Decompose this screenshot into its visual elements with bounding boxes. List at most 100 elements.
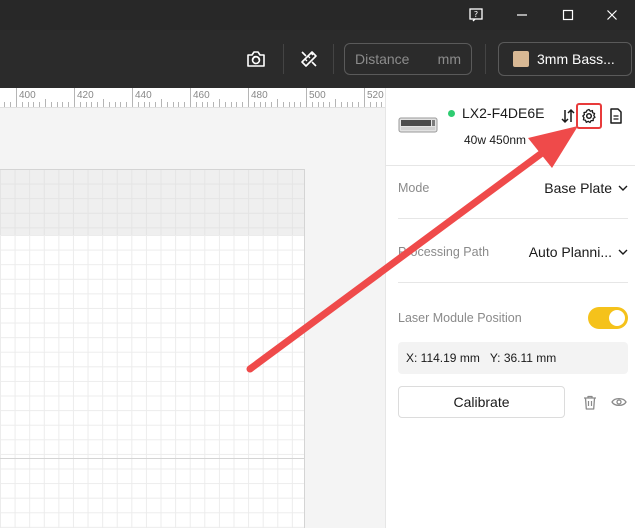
processing-path-row: Processing Path Auto Planni... bbox=[398, 232, 628, 272]
ruler-tick bbox=[155, 102, 157, 107]
distance-placeholder: Distance bbox=[355, 51, 410, 67]
ruler-tick bbox=[62, 102, 64, 107]
plate-guide-line bbox=[0, 458, 305, 459]
divider bbox=[398, 218, 628, 219]
processing-path-value: Auto Planni... bbox=[528, 244, 612, 260]
ruler-tick bbox=[114, 102, 116, 107]
ruler-tick bbox=[172, 102, 174, 107]
ruler-tick bbox=[16, 88, 17, 107]
close-button[interactable] bbox=[589, 0, 635, 30]
ruler-tick bbox=[132, 88, 133, 107]
toolbar-divider bbox=[485, 44, 486, 74]
ruler-tick bbox=[79, 102, 81, 107]
ruler-tick bbox=[161, 99, 162, 107]
workspace-canvas[interactable]: 400 420 440 460 480 500 520 bbox=[0, 88, 385, 528]
toolbar-divider bbox=[283, 44, 284, 74]
ruler-tick bbox=[265, 102, 267, 107]
close-icon bbox=[607, 10, 617, 20]
ruler-tick bbox=[282, 102, 284, 107]
mode-label: Mode bbox=[398, 181, 430, 195]
connection-status-dot bbox=[448, 110, 455, 117]
laser-position-row: Laser Module Position bbox=[398, 298, 628, 338]
ruler-pencil-icon bbox=[301, 51, 317, 67]
ruler-tick bbox=[33, 102, 35, 107]
settings-highlight-box bbox=[576, 103, 602, 129]
ruler-label: 400 bbox=[19, 90, 36, 101]
help-icon: ? bbox=[469, 8, 483, 22]
toolbar-divider bbox=[333, 44, 334, 74]
ruler-tick bbox=[120, 102, 122, 107]
material-select-button[interactable]: 3mm Bass... bbox=[498, 42, 632, 76]
distance-input[interactable]: Distance mm bbox=[344, 43, 472, 75]
camera-button[interactable] bbox=[241, 44, 271, 74]
processing-path-label: Processing Path bbox=[398, 245, 490, 259]
distance-unit: mm bbox=[437, 51, 461, 67]
toolbar: Distance mm 3mm Bass... bbox=[0, 30, 635, 88]
ruler-tick bbox=[184, 102, 186, 107]
ruler-tick bbox=[236, 102, 238, 107]
processing-path-select[interactable]: Auto Planni... bbox=[529, 244, 628, 260]
mode-select[interactable]: Base Plate bbox=[544, 180, 628, 196]
ruler-tick bbox=[143, 102, 145, 107]
help-button[interactable]: ? bbox=[453, 0, 499, 30]
device-header: LX2-F4DE6E 40w 450nm bbox=[386, 88, 635, 166]
ruler-tick bbox=[219, 99, 220, 107]
ruler-tick bbox=[329, 102, 331, 107]
ruler-tick bbox=[352, 102, 354, 107]
svg-text:?: ? bbox=[474, 10, 478, 19]
ruler-tick bbox=[259, 102, 261, 107]
laser-coordinates: X: 114.19 mm Y: 36.11 mm bbox=[398, 342, 628, 374]
ruler-tick bbox=[224, 102, 226, 107]
divider bbox=[398, 282, 628, 283]
ruler-tick bbox=[364, 88, 365, 107]
ruler-tick bbox=[358, 102, 360, 107]
mode-row: Mode Base Plate bbox=[398, 168, 628, 208]
ruler-tick bbox=[277, 99, 278, 107]
ruler-tick bbox=[340, 102, 342, 107]
swap-arrows-icon bbox=[561, 108, 575, 124]
ruler-label: 420 bbox=[77, 90, 94, 101]
document-icon bbox=[610, 108, 622, 124]
ruler-tick bbox=[126, 102, 128, 107]
ruler-tick bbox=[201, 102, 203, 107]
laser-device-icon bbox=[398, 117, 438, 133]
laser-position-label: Laser Module Position bbox=[398, 311, 522, 325]
ruler-tick bbox=[242, 102, 244, 107]
ruler-label: 480 bbox=[251, 90, 268, 101]
ruler-tick bbox=[166, 102, 168, 107]
material-swatch bbox=[513, 51, 529, 67]
ruler-tick bbox=[178, 102, 180, 107]
ruler-tick bbox=[207, 102, 209, 107]
title-bar: ? bbox=[0, 0, 635, 30]
ruler-tick bbox=[369, 102, 371, 107]
ruler-tick bbox=[213, 102, 215, 107]
mode-value: Base Plate bbox=[544, 180, 612, 196]
toggle-knob bbox=[609, 310, 625, 326]
ruler-tick bbox=[253, 102, 255, 107]
ruler-tick bbox=[381, 102, 383, 107]
chevron-down-icon bbox=[618, 185, 628, 191]
ruler-tick bbox=[85, 102, 87, 107]
minimize-icon bbox=[517, 14, 527, 16]
visibility-button[interactable] bbox=[608, 391, 630, 413]
ruler-tick bbox=[39, 102, 41, 107]
calibrate-button[interactable]: Calibrate bbox=[398, 386, 565, 418]
maximize-button[interactable] bbox=[545, 0, 591, 30]
minimize-button[interactable] bbox=[499, 0, 545, 30]
ruler-tick bbox=[375, 102, 377, 107]
y-coordinate: Y: 36.11 mm bbox=[489, 351, 557, 365]
ruler-tick bbox=[21, 102, 23, 107]
ruler-tick bbox=[108, 102, 110, 107]
ruler-tick bbox=[97, 102, 99, 107]
ruler-tick bbox=[137, 102, 139, 107]
device-log-button[interactable] bbox=[605, 105, 627, 127]
ruler-label: 440 bbox=[135, 90, 152, 101]
delete-button[interactable] bbox=[579, 391, 601, 413]
ruler-tick bbox=[50, 102, 52, 107]
trash-icon bbox=[584, 395, 596, 410]
laser-position-toggle[interactable] bbox=[588, 307, 628, 329]
measure-button[interactable] bbox=[294, 44, 324, 74]
ruler-tick bbox=[190, 88, 191, 107]
ruler-tick bbox=[271, 102, 273, 107]
ruler-tick bbox=[300, 102, 302, 107]
